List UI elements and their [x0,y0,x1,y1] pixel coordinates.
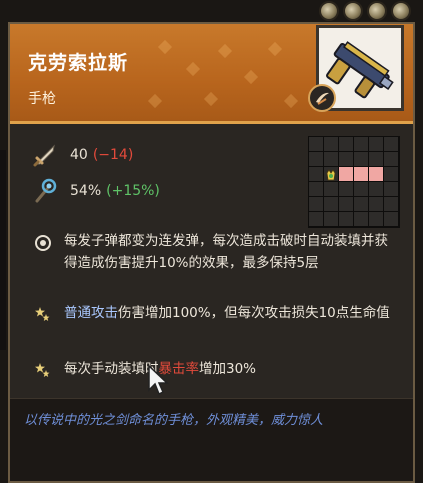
flavor-section: 以传说中的光之剑命名的手枪，外观精美，威力惊人 [10,398,413,481]
grid-cell [309,182,323,196]
grid-cell [309,212,323,226]
grid-cell-filled [339,167,353,181]
attack-delta: (−14) [92,147,134,163]
currency-coins [319,1,411,21]
grid-cell [384,212,398,226]
grid-cell [369,182,383,196]
bonus-effect-2: 每次手动装填时暴击率增加30% [64,358,394,380]
grid-cell [309,197,323,211]
grid-cell [384,152,398,166]
grid-cell-start [324,167,338,181]
grid-cell [324,137,338,151]
crit-staff-icon [35,178,57,203]
slash-badge-icon [308,84,336,112]
coin-icon [343,1,363,21]
crit-value: 54% [70,183,102,199]
grid-cell [369,197,383,211]
crit-delta: (+15%) [106,183,160,199]
grid-cell-filled [369,167,383,181]
double-star-icon [35,363,50,377]
inventory-shape-grid [308,136,400,228]
crit-stat: 54% (+15%) [32,178,160,204]
grid-cell [354,197,368,211]
grid-cell [324,182,338,196]
grid-cell [339,182,353,196]
grid-cell [324,152,338,166]
grid-cell [354,152,368,166]
target-ring-icon [35,235,51,251]
grid-cell [354,212,368,226]
weapon-name: 克劳索拉斯 [28,52,129,74]
grid-cell [339,137,353,151]
grid-cell [354,182,368,196]
weapon-tooltip-card: 克劳索拉斯 手枪 40 (−14) 54% (+15%) 每发子弹都变为连发弹，… [8,22,415,483]
bonus-2-text-pre: 每次手动装填时 [64,361,159,377]
main-effect-text: 每发子弹都变为连发弹，每次造成击破时自动装填并获得造成伤害提升10%的效果，最多… [64,233,388,271]
grid-cell [339,152,353,166]
attack-value: 40 [70,147,88,163]
grid-cell [384,197,398,211]
grid-cell [339,197,353,211]
grid-cell [354,137,368,151]
grid-cell [369,137,383,151]
coin-icon [367,1,387,21]
coin-icon [391,1,411,21]
flavor-text: 以传说中的光之剑命名的手枪，外观精美，威力惊人 [24,413,324,428]
grid-cell [309,167,323,181]
grid-cell [339,212,353,226]
bonus-1-keyword: 普通攻击 [64,305,118,321]
grid-cell [369,212,383,226]
grid-cell [324,197,338,211]
grid-cell [384,137,398,151]
bonus-1-text: 伤害增加100%，但每次攻击损失10点生命值 [118,305,390,321]
weapon-type: 手枪 [28,91,56,107]
grid-cell-filled [354,167,368,181]
coin-icon [319,1,339,21]
mouse-cursor-icon [148,364,169,396]
attack-stat: 40 (−14) [32,142,133,168]
sword-icon [33,144,55,167]
bonus-2-text-post: 增加30% [199,361,257,377]
character-marker-icon [326,169,336,181]
grid-cell [384,167,398,181]
grid-cell [324,212,338,226]
background-strip [0,150,6,350]
grid-cell [309,137,323,151]
double-star-icon [35,307,50,321]
grid-cell [369,152,383,166]
grid-cell [309,152,323,166]
bonus-effect-1: 普通攻击伤害增加100%，但每次攻击损失10点生命值 [64,302,394,324]
grid-cell [384,182,398,196]
